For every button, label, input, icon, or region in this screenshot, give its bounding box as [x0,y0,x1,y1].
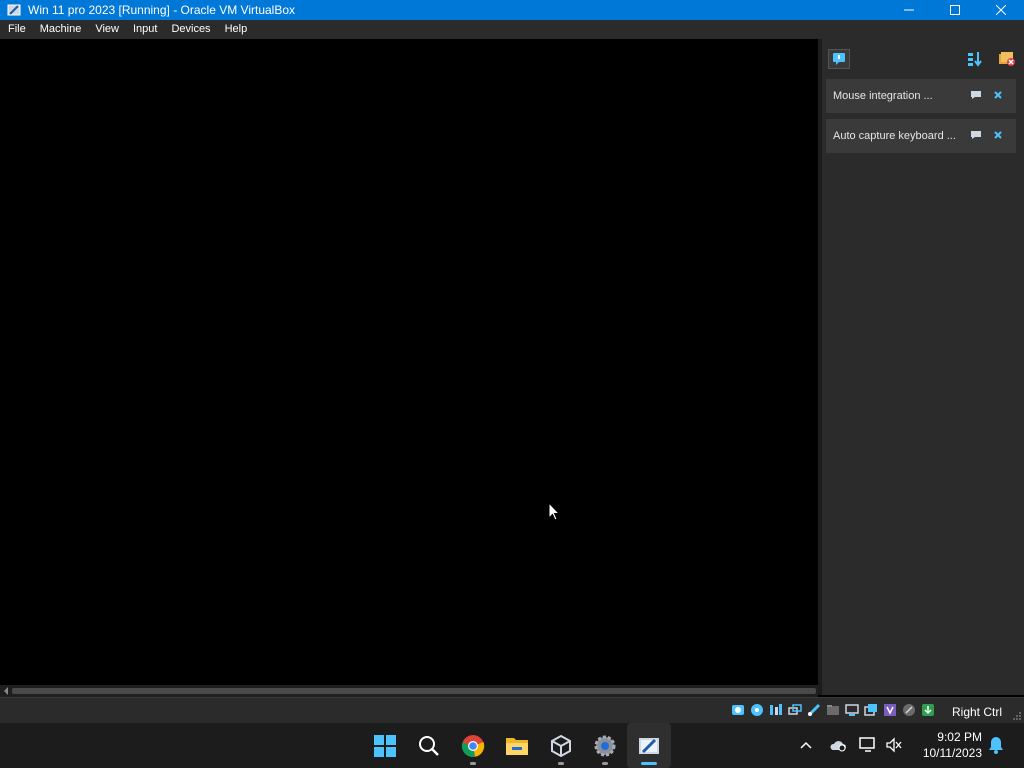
notification-pin-button[interactable] [828,49,850,69]
shared-folders-icon[interactable] [825,702,841,718]
taskbar: 9:02 PM 10/11/2023 [0,723,1024,768]
running-indicator [470,762,476,765]
settings-button[interactable] [583,723,627,768]
minimize-button[interactable] [886,0,932,20]
menu-devices[interactable]: Devices [164,20,217,39]
settings-icon [594,735,616,756]
network-icon[interactable] [858,735,878,755]
close-button[interactable] [978,0,1024,20]
running-indicator [641,762,657,765]
virtualbox-vm-button[interactable] [627,723,671,768]
virtualbox-vm-icon [639,737,659,754]
mouse-cursor-icon [548,502,560,521]
menu-help[interactable]: Help [218,20,255,39]
menu-bar: File Machine View Input Devices Help [0,20,1024,39]
chrome-icon [461,734,485,757]
notification-toolbar [822,39,1024,77]
onedrive-icon[interactable] [828,735,848,755]
scrollbar-thumb[interactable] [12,688,816,694]
optical-drive-icon[interactable] [749,702,765,718]
notification-bell-icon[interactable] [986,735,1006,755]
audio-icon[interactable] [768,702,784,718]
network-icon[interactable] [787,702,803,718]
help-icon[interactable] [969,129,983,141]
menu-machine[interactable]: Machine [33,20,89,39]
horizontal-scrollbar[interactable] [0,685,818,697]
volume-muted-icon[interactable] [884,735,904,755]
start-button[interactable] [363,723,407,768]
running-indicator [602,762,608,765]
virtualbox-icon[interactable] [4,0,24,20]
window-title: Win 11 pro 2023 [Running] - Oracle VM Vi… [28,3,296,17]
usb-icon[interactable] [806,702,822,718]
clock-time: 9:02 PM [937,730,982,744]
running-indicator [558,762,564,765]
start-icon [374,734,396,757]
sort-icon[interactable] [966,50,984,68]
close-icon[interactable] [992,129,1004,141]
resize-grip-icon[interactable] [1012,711,1022,721]
scroll-left-icon[interactable] [2,687,10,695]
status-bar: Right Ctrl [0,697,1024,723]
virtualbox-manager-button[interactable] [539,723,583,768]
notification-item: Auto capture keyboard ... [826,119,1016,153]
file-explorer-button[interactable] [495,723,539,768]
clock[interactable]: 9:02 PM 10/11/2023 [923,729,982,761]
close-icon[interactable] [992,89,1004,101]
hard-disk-icon[interactable] [730,702,746,718]
clock-date: 10/11/2023 [922,746,982,760]
recording-icon[interactable] [863,702,879,718]
clear-all-icon[interactable] [997,50,1017,68]
vm-display[interactable] [0,39,818,685]
file-explorer-icon [506,737,528,755]
help-icon[interactable] [969,89,983,101]
search-icon [419,735,439,756]
menu-view[interactable]: View [88,20,126,39]
notification-item: Mouse integration ... [826,79,1016,113]
menu-input[interactable]: Input [126,20,164,39]
maximize-button[interactable] [932,0,978,20]
menu-file[interactable]: File [0,20,33,39]
mouse-integration-icon[interactable] [901,702,917,718]
notification-label: Auto capture keyboard ... [833,130,956,142]
notification-center: Mouse integration ... Auto capture keybo… [818,39,1024,695]
search-button[interactable] [407,723,451,768]
vt-x-icon[interactable] [882,702,898,718]
virtualbox-manager-icon [551,734,571,757]
host-key-label: Right Ctrl [951,705,1002,719]
chrome-button[interactable] [451,723,495,768]
display-icon[interactable] [844,702,860,718]
title-bar[interactable]: Win 11 pro 2023 [Running] - Oracle VM Vi… [0,0,1024,20]
notification-label: Mouse integration ... [833,90,933,102]
keyboard-capture-icon[interactable] [920,702,936,718]
chevron-up-icon[interactable] [796,735,816,755]
